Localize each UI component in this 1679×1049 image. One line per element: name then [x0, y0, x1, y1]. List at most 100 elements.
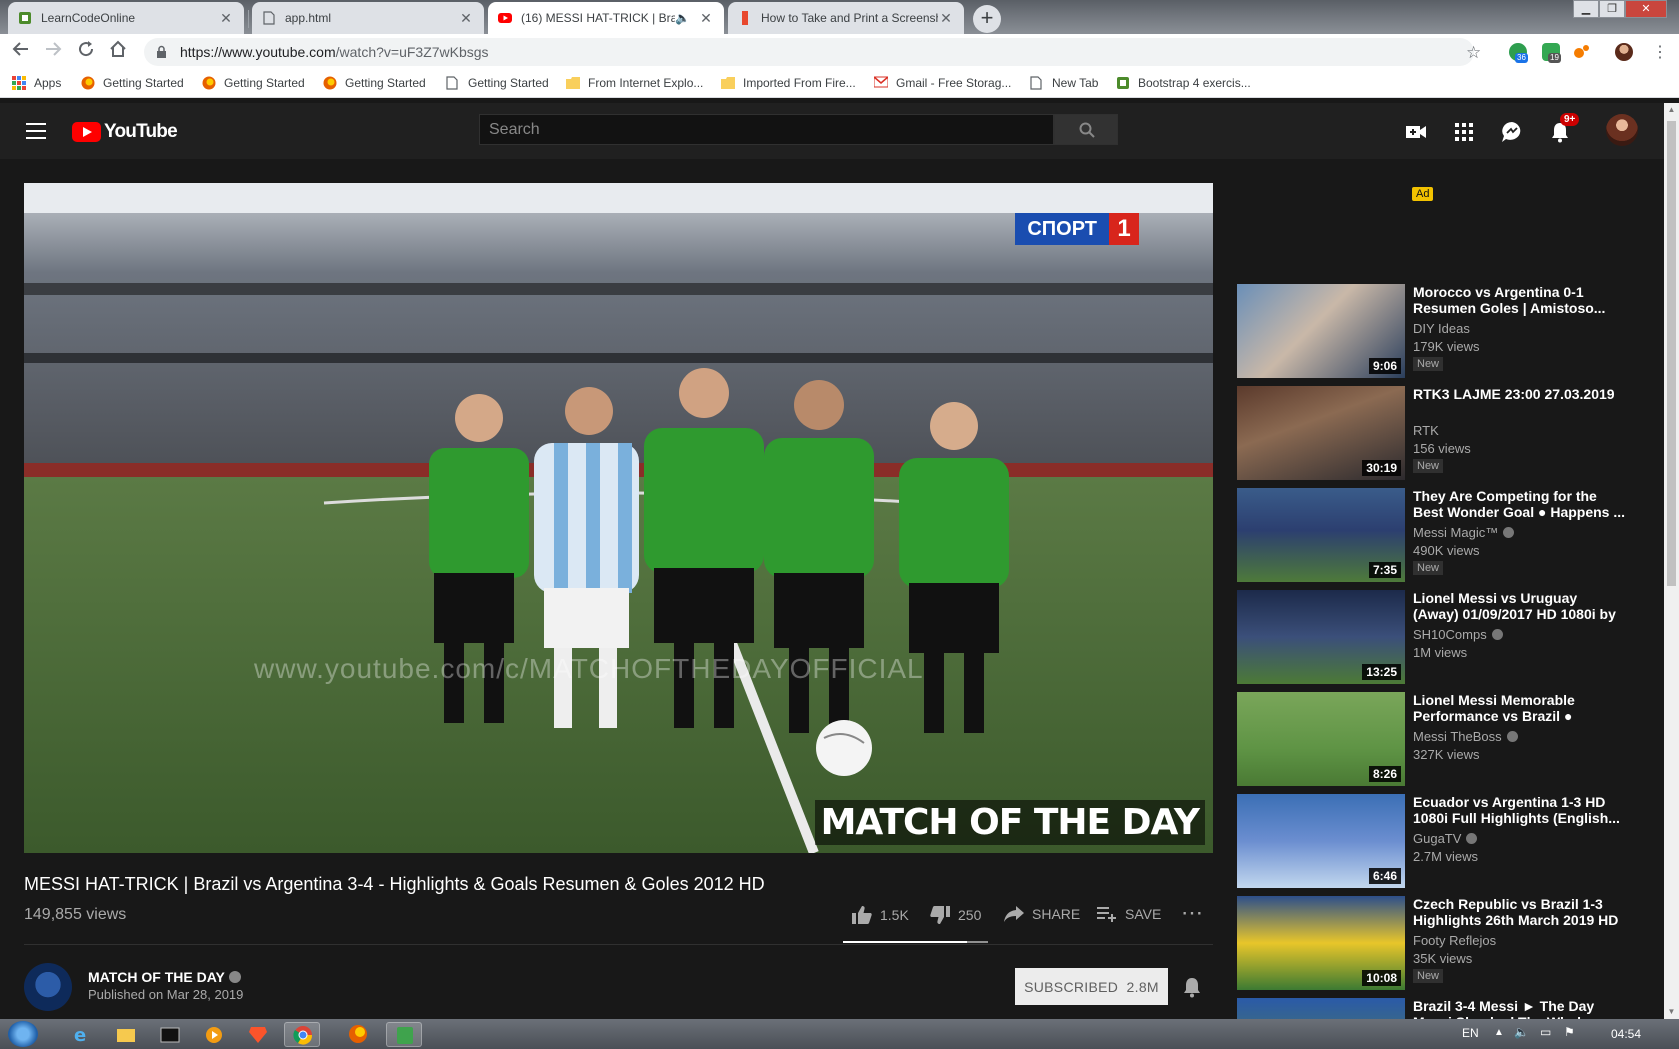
subscribe-button[interactable]: SUBSCRIBED 2.8M	[1015, 968, 1168, 1005]
bookmark-apps[interactable]: Apps	[12, 76, 61, 90]
language-indicator[interactable]: EN	[1462, 1026, 1479, 1040]
bookmarks-bar: Apps Getting Started Getting Started Get…	[0, 70, 1679, 98]
recommended-video-title[interactable]: Morocco vs Argentina 0-1 Resumen Goles |…	[1413, 284, 1625, 316]
hamburger-menu-icon[interactable]	[26, 123, 46, 139]
command-prompt-icon[interactable]	[152, 1022, 188, 1047]
recommended-video-channel[interactable]: Footy Reflejos	[1413, 933, 1496, 948]
channel-name[interactable]: MATCH OF THE DAY	[88, 969, 241, 985]
recommended-video-item[interactable]: 10:08 Czech Republic vs Brazil 1-3 Highli…	[1237, 896, 1637, 990]
address-bar[interactable]: https://www.youtube.com/watch?v=uF3Z7wKb…	[144, 38, 1474, 66]
recommended-video-item[interactable]: 30:19 RTK3 LAJME 23:00 27.03.2019 RTK 156 v…	[1237, 386, 1637, 480]
video-thumbnail[interactable]: 30:19	[1237, 386, 1405, 480]
action-center-flag-icon[interactable]: ⚑	[1564, 1025, 1575, 1039]
volume-icon[interactable]: 🔈	[1514, 1025, 1529, 1039]
restore-button[interactable]: ❐	[1599, 0, 1625, 18]
video-player[interactable]: СПОРТ 1 www.youtube.com/c/MATCHOFTHEDAYO…	[24, 183, 1213, 853]
home-button[interactable]	[106, 40, 130, 64]
internet-explorer-icon[interactable]: e	[64, 1022, 100, 1047]
tab-app-html[interactable]: app.html ✕	[252, 2, 484, 34]
apps-grid-icon[interactable]	[1452, 120, 1476, 144]
browser-menu-icon[interactable]: ⋮	[1652, 42, 1668, 62]
recommended-video-channel[interactable]: Messi Magic™	[1413, 525, 1515, 540]
bookmark-folder-ie[interactable]: From Internet Explo...	[566, 76, 703, 90]
window-close-button[interactable]: ✕	[1625, 0, 1667, 18]
tab-close-icon[interactable]: ✕	[458, 10, 474, 27]
bookmark-bootstrap[interactable]: Bootstrap 4 exercis...	[1116, 76, 1251, 90]
recommended-video-title[interactable]: Lionel Messi Memorable Performance vs Br…	[1413, 692, 1625, 724]
like-button[interactable]: 1.5K	[852, 906, 909, 924]
bookmark-new-tab[interactable]: New Tab	[1030, 76, 1098, 90]
reload-button[interactable]	[74, 40, 98, 64]
recommended-video-channel[interactable]: SH10Comps	[1413, 627, 1503, 642]
clock-time[interactable]: 04:54	[1611, 1027, 1641, 1041]
recommended-video-title[interactable]: RTK3 LAJME 23:00 27.03.2019	[1413, 386, 1625, 402]
bookmark-getting-started[interactable]: Getting Started	[81, 76, 184, 90]
messages-icon[interactable]	[1500, 120, 1524, 144]
recommended-video-channel[interactable]: Messi TheBoss	[1413, 729, 1518, 744]
channel-notification-bell-icon[interactable]	[1182, 976, 1202, 1003]
recommended-video-item[interactable]: 8:26 Lionel Messi Memorable Performance v…	[1237, 692, 1637, 786]
file-explorer-icon[interactable]	[108, 1022, 144, 1047]
save-button[interactable]: SAVE	[1097, 906, 1161, 922]
youtube-logo[interactable]: YouTube	[72, 121, 178, 143]
forward-button[interactable]	[41, 40, 65, 64]
tab-youtube-active[interactable]: (16) MESSI HAT-TRICK | Braz 🔈 ✕	[488, 2, 724, 34]
video-thumbnail[interactable]: 7:35	[1237, 488, 1405, 582]
tray-expand-icon[interactable]: ▲	[1494, 1027, 1504, 1038]
account-avatar[interactable]	[1606, 114, 1638, 146]
recommended-video-channel[interactable]: RTK	[1413, 423, 1439, 438]
video-thumbnail[interactable]: 13:25	[1237, 590, 1405, 684]
video-thumbnail[interactable]: 10:08	[1237, 896, 1405, 990]
scroll-up-arrow-icon[interactable]: ▲	[1664, 103, 1679, 117]
scroll-down-arrow-icon[interactable]: ▼	[1664, 1005, 1679, 1019]
green-app-taskbar-icon[interactable]	[386, 1022, 422, 1047]
speaker-icon[interactable]: 🔈	[675, 11, 690, 25]
extension-calendar-icon[interactable]: 19	[1542, 43, 1561, 63]
extension-orange-icon[interactable]	[1573, 43, 1591, 61]
tab-close-icon[interactable]: ✕	[218, 10, 234, 27]
dislike-button[interactable]: 250	[930, 906, 981, 924]
page-scrollbar[interactable]: ▲ ▼	[1664, 103, 1679, 1019]
recommended-video-item[interactable]: 7:35 They Are Competing for the Best Wond…	[1237, 488, 1637, 582]
recommended-video-title[interactable]: They Are Competing for the Best Wonder G…	[1413, 488, 1625, 520]
recommended-video-title[interactable]: Lionel Messi vs Uruguay (Away) 01/09/201…	[1413, 590, 1625, 622]
bookmark-star-icon[interactable]: ☆	[1466, 43, 1481, 63]
bookmark-gmail[interactable]: Gmail - Free Storag...	[873, 76, 1011, 90]
recommended-video-title[interactable]: Ecuador vs Argentina 1-3 HD 1080i Full H…	[1413, 794, 1625, 826]
tab-close-icon[interactable]: ✕	[938, 10, 954, 27]
media-player-icon[interactable]	[196, 1022, 232, 1047]
back-button[interactable]	[9, 40, 33, 64]
search-input[interactable]: Search	[479, 114, 1054, 145]
extension-green-icon[interactable]: 36	[1509, 43, 1528, 63]
scrollbar-thumb[interactable]	[1667, 121, 1676, 586]
bookmark-getting-started[interactable]: Getting Started	[446, 76, 549, 90]
create-video-icon[interactable]	[1404, 120, 1428, 144]
bookmark-getting-started[interactable]: Getting Started	[323, 76, 426, 90]
recommended-video-title[interactable]: Czech Republic vs Brazil 1-3 Highlights …	[1413, 896, 1625, 928]
tab-screenshot-guide[interactable]: How to Take and Print a Screensh ✕	[728, 2, 964, 34]
channel-avatar[interactable]	[24, 963, 72, 1011]
tab-close-icon[interactable]: ✕	[698, 10, 714, 27]
recommended-video-item[interactable]: 9:06 Morocco vs Argentina 0-1 Resumen Gol…	[1237, 284, 1637, 378]
share-button[interactable]: SHARE	[1004, 906, 1080, 922]
chrome-taskbar-icon[interactable]	[284, 1022, 320, 1047]
bookmark-getting-started[interactable]: Getting Started	[202, 76, 305, 90]
video-thumbnail[interactable]: 8:26	[1237, 692, 1405, 786]
firefox-taskbar-icon[interactable]	[340, 1022, 376, 1047]
search-button[interactable]	[1054, 114, 1118, 145]
start-button[interactable]	[8, 1021, 38, 1047]
bookmark-folder-firefox[interactable]: Imported From Fire...	[721, 76, 856, 90]
video-thumbnail[interactable]: 9:06	[1237, 284, 1405, 378]
brave-browser-icon[interactable]	[240, 1022, 276, 1047]
minimize-button[interactable]: ▁	[1573, 0, 1599, 18]
video-thumbnail[interactable]: 6:46	[1237, 794, 1405, 888]
recommended-video-item[interactable]: 13:25 Lionel Messi vs Uruguay (Away) 01/0…	[1237, 590, 1637, 684]
network-icon[interactable]: ▭	[1540, 1025, 1551, 1039]
more-actions-icon[interactable]: ⋯	[1181, 900, 1203, 926]
profile-avatar[interactable]	[1615, 43, 1633, 61]
tab-learncodeonline[interactable]: LearnCodeOnline ✕	[8, 2, 244, 34]
recommended-video-item[interactable]: 6:46 Ecuador vs Argentina 1-3 HD 1080i Fu…	[1237, 794, 1637, 888]
recommended-video-channel[interactable]: DIY Ideas	[1413, 321, 1470, 336]
new-tab-button[interactable]: +	[973, 5, 1001, 33]
recommended-video-channel[interactable]: GugaTV	[1413, 831, 1478, 846]
